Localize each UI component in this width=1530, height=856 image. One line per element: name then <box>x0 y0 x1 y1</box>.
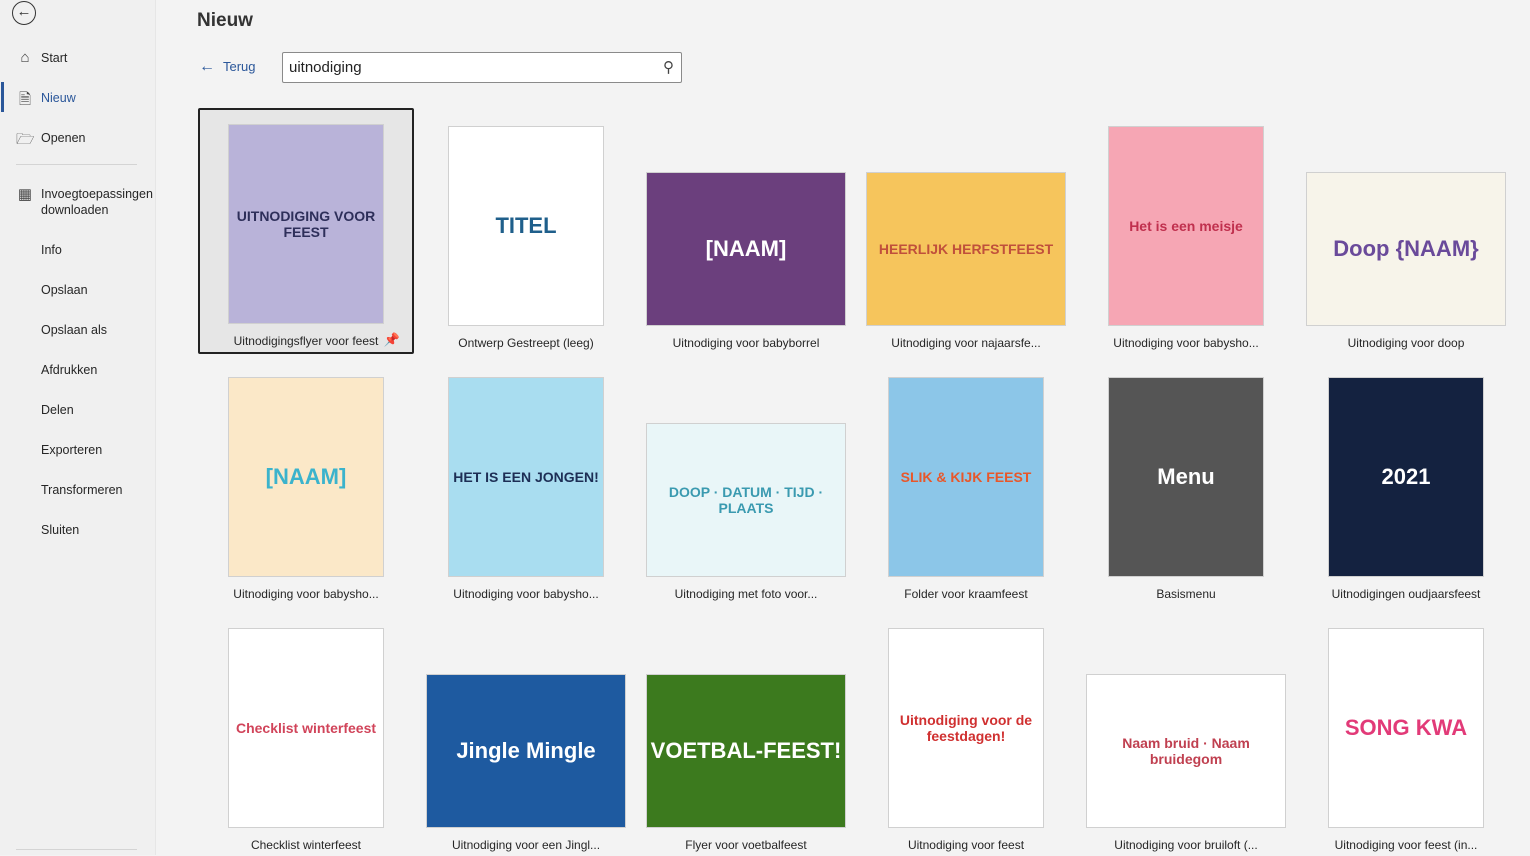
template-label: Uitnodiging voor doop <box>1347 336 1465 350</box>
template-thumbnail: HET IS EEN JONGEN! <box>448 377 604 577</box>
template-label: Folder voor kraamfeest <box>904 587 1028 601</box>
template-thumbnail: UITNODIGING VOOR FEEST <box>228 124 384 324</box>
template-card[interactable]: Jingle Mingle Uitnodiging voor een Jingl.… <box>418 610 634 856</box>
sidebar-item-exporteren[interactable]: Exporteren <box>41 442 102 458</box>
sidebar-item-delen[interactable]: Delen <box>41 402 74 418</box>
template-thumbnail: VOETBAL-FEEST! <box>646 674 846 828</box>
template-thumbnail: SLIK & KIJK FEEST <box>888 377 1044 577</box>
template-label: Uitnodiging voor babysho... <box>1113 336 1259 350</box>
template-card[interactable]: [NAAM] Uitnodiging voor babysho... <box>198 359 414 605</box>
template-label: Uitnodiging met foto voor... <box>674 587 818 601</box>
template-thumbnail: Uitnodiging voor de feestdagen! <box>888 628 1044 828</box>
template-card[interactable]: DOOP · DATUM · TIJD · PLAATS Uitnodiging … <box>638 359 854 605</box>
template-card[interactable]: HET IS EEN JONGEN! Uitnodiging voor babys… <box>418 359 634 605</box>
template-thumbnail: Doop {NAAM} <box>1306 172 1506 326</box>
main-panel: Nieuw ← Terug ⚲ UITNODIGING VOOR FEEST Uit… <box>157 0 1530 855</box>
back-link[interactable]: ← Terug <box>199 58 256 76</box>
template-label: Uitnodiging voor feest <box>907 838 1025 852</box>
addins-icon: ▦ <box>17 186 33 203</box>
template-thumbnail: TITEL <box>448 126 604 326</box>
template-thumbnail: DOOP · DATUM · TIJD · PLAATS <box>646 423 846 577</box>
template-label: Ontwerp Gestreept (leeg) <box>458 336 594 350</box>
back-arrow-icon[interactable]: ← <box>12 1 36 25</box>
template-label: Uitnodiging voor bruiloft (... <box>1114 838 1258 852</box>
template-label: Uitnodiging voor babyborrel <box>672 336 820 350</box>
sidebar-item-opslaan[interactable]: Opslaan <box>41 282 88 298</box>
template-card[interactable]: SONG KWA Uitnodiging voor feest (in... <box>1298 610 1514 856</box>
template-thumbnail: 2021 <box>1328 377 1484 577</box>
template-thumbnail: [NAAM] <box>228 377 384 577</box>
sidebar-item-nieuw[interactable]: Nieuw <box>41 90 76 106</box>
template-thumbnail: Menu <box>1108 377 1264 577</box>
template-card[interactable]: 2021 Uitnodigingen oudjaarsfeest <box>1298 359 1514 605</box>
template-label: Checklist winterfeest <box>250 838 362 852</box>
search-box: ⚲ <box>282 52 682 83</box>
template-label: Uitnodiging voor najaarsfe... <box>891 336 1041 350</box>
template-thumbnail: [NAAM] <box>646 172 846 326</box>
template-card[interactable]: VOETBAL-FEEST! Flyer voor voetbalfeest <box>638 610 854 856</box>
template-card[interactable]: Het is een meisje Uitnodiging voor babysh… <box>1078 108 1294 354</box>
folder-icon: 🗁 <box>16 131 35 148</box>
template-thumbnail: Het is een meisje <box>1108 126 1264 326</box>
home-icon: ⌂ <box>20 49 30 66</box>
template-thumbnail: Naam bruid · Naam bruidegom <box>1086 674 1286 828</box>
template-label: Flyer voor voetbalfeest <box>685 838 807 852</box>
sidebar-item-start[interactable]: Start <box>41 50 67 66</box>
template-card[interactable]: SLIK & KIJK FEEST Folder voor kraamfeest <box>858 359 1074 605</box>
sidebar-item-invoegtoepassingen-downloaden[interactable]: Invoegtoepassingen downloaden <box>41 186 153 218</box>
divider <box>16 849 137 850</box>
document-icon: 🗎 <box>18 91 32 108</box>
template-card[interactable]: Uitnodiging voor de feestdagen! Uitnodigi… <box>858 610 1074 856</box>
search-icon[interactable]: ⚲ <box>663 58 674 76</box>
template-label: Uitnodiging voor een Jingl... <box>451 838 601 852</box>
pin-icon[interactable]: 📌 <box>384 332 400 348</box>
template-label: Uitnodiging voor babysho... <box>233 587 379 601</box>
template-label: Uitnodiging voor babysho... <box>453 587 599 601</box>
arrow-left-icon: ← <box>199 58 215 75</box>
template-label: Basismenu <box>1156 587 1216 601</box>
backstage-sidebar: ← ⌂ Start 🗎 Nieuw 🗁 Openen ▦ Invoegtoepassingen… <box>0 0 156 855</box>
template-card[interactable]: Checklist winterfeest Checklist winterfee… <box>198 610 414 856</box>
sidebar-item-opslaan-als[interactable]: Opslaan als <box>41 322 107 338</box>
sidebar-item-transformeren[interactable]: Transformeren <box>41 482 123 498</box>
template-card[interactable]: TITEL Ontwerp Gestreept (leeg) <box>418 108 634 354</box>
divider <box>16 164 137 165</box>
template-card[interactable]: [NAAM] Uitnodiging voor babyborrel <box>638 108 854 354</box>
sidebar-item-afdrukken[interactable]: Afdrukken <box>41 362 97 378</box>
template-card[interactable]: Menu Basismenu <box>1078 359 1294 605</box>
template-card[interactable]: UITNODIGING VOOR FEEST Uitnodigingsflyer … <box>198 108 414 354</box>
back-label: Terug <box>223 59 256 74</box>
search-input[interactable] <box>289 59 649 76</box>
template-thumbnail: SONG KWA <box>1328 628 1484 828</box>
page-title: Nieuw <box>197 10 253 31</box>
active-indicator <box>1 82 4 112</box>
template-card[interactable]: Doop {NAAM} Uitnodiging voor doop <box>1298 108 1514 354</box>
template-label: Uitnodiging voor feest (in... <box>1334 838 1478 852</box>
template-card[interactable]: Naam bruid · Naam bruidegom Uitnodiging v… <box>1078 610 1294 856</box>
template-thumbnail: Checklist winterfeest <box>228 628 384 828</box>
sidebar-item-info[interactable]: Info <box>41 242 62 258</box>
template-card[interactable]: HEERLIJK HERFSTFEEST Uitnodiging voor naj… <box>858 108 1074 354</box>
sidebar-item-openen[interactable]: Openen <box>41 130 85 146</box>
template-label: Uitnodigingen oudjaarsfeest <box>1331 587 1481 601</box>
sidebar-item-sluiten[interactable]: Sluiten <box>41 522 79 538</box>
template-thumbnail: Jingle Mingle <box>426 674 626 828</box>
template-label: Uitnodigingsflyer voor feest <box>233 334 379 348</box>
template-thumbnail: HEERLIJK HERFSTFEEST <box>866 172 1066 326</box>
